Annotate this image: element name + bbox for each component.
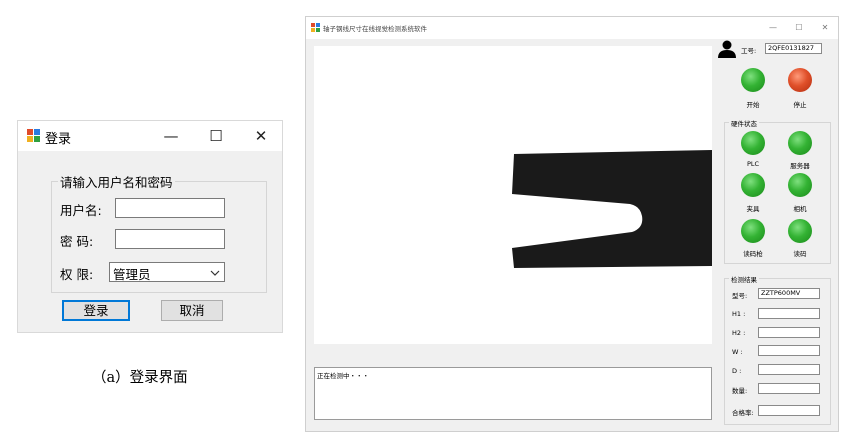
username-label: 用户名: bbox=[60, 203, 102, 218]
maximize-button[interactable]: ☐ bbox=[194, 123, 238, 149]
quantity-label: 数量: bbox=[732, 387, 748, 395]
server-status-label: 服务器 bbox=[790, 162, 810, 170]
h1-label: H1 : bbox=[732, 310, 746, 318]
login-window: 登录 — ☐ ✕ 请输入用户名和密码 用户名: 密 码: 权 限: 管理员 登录… bbox=[17, 120, 283, 333]
login-button[interactable]: 登录 bbox=[62, 300, 130, 321]
app-icon bbox=[311, 23, 320, 32]
w-label: W : bbox=[732, 348, 743, 356]
main-window: 轴子钢线尺寸在线视觉检测系统软件 — ☐ ✕ 正在检测中・・・ 工号: 2QFE… bbox=[305, 16, 839, 432]
start-button[interactable] bbox=[741, 68, 765, 92]
figure-caption: （a）登录界面 bbox=[92, 370, 188, 386]
user-icon bbox=[718, 40, 736, 58]
close-button[interactable]: ✕ bbox=[813, 20, 837, 36]
h1-field[interactable] bbox=[758, 308, 820, 319]
camera-status-label: 相机 bbox=[793, 205, 807, 213]
app-icon bbox=[27, 129, 40, 142]
hardware-status-caption: 硬件状态 bbox=[729, 118, 759, 128]
pass-rate-field[interactable] bbox=[758, 405, 820, 416]
scanner-status-indicator bbox=[741, 219, 765, 243]
password-label: 密 码: bbox=[60, 234, 94, 249]
maximize-button[interactable]: ☐ bbox=[787, 20, 811, 36]
camera-image-view bbox=[314, 46, 712, 344]
d-field[interactable] bbox=[758, 364, 820, 375]
stop-button[interactable] bbox=[788, 68, 812, 92]
username-input[interactable] bbox=[115, 198, 225, 218]
credentials-group-caption: 请输入用户名和密码 bbox=[58, 172, 175, 191]
code-read-status-indicator bbox=[788, 219, 812, 243]
model-field[interactable]: ZZTP600MV bbox=[758, 288, 820, 299]
stop-label: 停止 bbox=[793, 101, 807, 109]
role-label: 权 限: bbox=[60, 267, 94, 282]
camera-status-indicator bbox=[788, 173, 812, 197]
w-field[interactable] bbox=[758, 345, 820, 356]
plc-status-label: PLC bbox=[746, 160, 760, 168]
fixture-status-label: 夹具 bbox=[746, 205, 760, 213]
role-select-value: 管理员 bbox=[113, 267, 151, 282]
chevron-down-icon bbox=[210, 270, 220, 276]
role-select[interactable]: 管理员 bbox=[109, 262, 225, 282]
code-read-status-label: 读码 bbox=[793, 250, 807, 258]
close-button[interactable]: ✕ bbox=[239, 123, 283, 149]
login-window-title: 登录 bbox=[45, 132, 72, 147]
operator-label: 工号: bbox=[741, 47, 757, 55]
fixture-status-indicator bbox=[741, 173, 765, 197]
results-caption: 检测结果 bbox=[729, 274, 759, 284]
login-title-bar: 登录 — ☐ ✕ bbox=[18, 121, 282, 151]
model-label: 型号: bbox=[732, 292, 748, 300]
main-window-title: 轴子钢线尺寸在线视觉检测系统软件 bbox=[323, 25, 427, 33]
quantity-field[interactable] bbox=[758, 383, 820, 394]
h2-label: H2 : bbox=[732, 329, 746, 337]
minimize-button[interactable]: — bbox=[149, 123, 193, 149]
h2-field[interactable] bbox=[758, 327, 820, 338]
password-input[interactable] bbox=[115, 229, 225, 249]
workpiece-silhouette bbox=[512, 150, 712, 268]
log-text: 正在检测中・・・ bbox=[317, 372, 369, 380]
d-label: D : bbox=[732, 367, 742, 375]
cancel-button[interactable]: 取消 bbox=[161, 300, 223, 321]
main-title-bar: 轴子钢线尺寸在线视觉检测系统软件 — ☐ ✕ bbox=[306, 17, 838, 39]
log-textbox[interactable]: 正在检测中・・・ bbox=[314, 367, 712, 420]
plc-status-indicator bbox=[741, 131, 765, 155]
pass-rate-label: 合格率: bbox=[732, 409, 754, 417]
start-label: 开始 bbox=[746, 101, 760, 109]
scanner-status-label: 读码枪 bbox=[743, 250, 763, 258]
minimize-button[interactable]: — bbox=[761, 20, 785, 36]
server-status-indicator bbox=[788, 131, 812, 155]
operator-id-field[interactable]: 2QFE0131827 bbox=[765, 43, 822, 54]
